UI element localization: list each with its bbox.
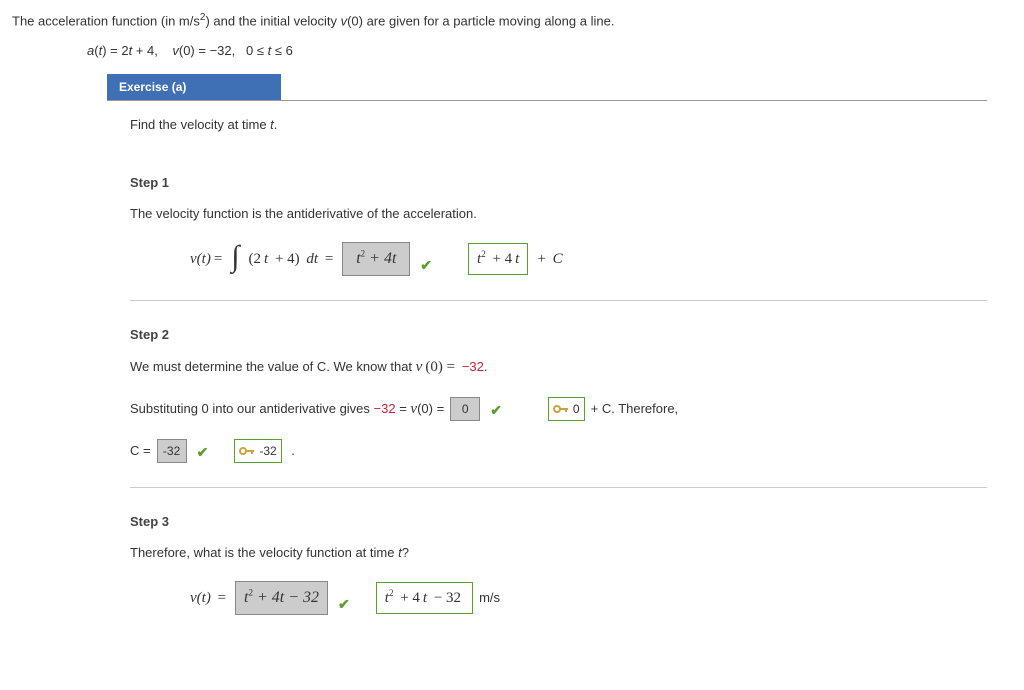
check-icon: ✔ <box>338 594 350 615</box>
correct-answer-box: 0 <box>548 397 585 421</box>
exercise-tab: Exercise (a) <box>107 74 281 100</box>
correct-answer-box: t2 + 4t <box>468 243 528 276</box>
exercise-prompt: Find the velocity at time t. <box>130 115 1012 135</box>
check-icon: ✔ <box>197 442 209 463</box>
answer-input[interactable]: 0 <box>450 397 480 421</box>
equation-row: v(t)= ∫ (2t + 4) dt = t2 + 4t ✔ t2 + 4t … <box>190 242 987 276</box>
answer-input[interactable]: t2 + 4t − 32 <box>235 581 328 615</box>
step-text: Therefore, what is the velocity function… <box>130 543 987 563</box>
answer-input[interactable]: t2 + 4t <box>342 242 410 276</box>
given-equations: a(t) = 2t + 4, v(0) = −32, 0 ≤ t ≤ 6 <box>87 41 1012 61</box>
equation-row: v(t) = t2 + 4t − 32 ✔ t2 + 4t − 32 m/s <box>190 581 987 615</box>
step-substitution: Substituting 0 into our antiderivative g… <box>130 397 987 421</box>
step-text: We must determine the value of C. We kno… <box>130 356 987 379</box>
answer-input[interactable]: -32 <box>157 439 187 463</box>
step-2: Step 2 We must determine the value of C.… <box>130 325 987 488</box>
exercise-bar: Exercise (a) <box>107 74 987 101</box>
check-icon: ✔ <box>420 255 432 276</box>
step-title: Step 1 <box>130 173 987 193</box>
key-icon <box>553 403 569 415</box>
check-icon: ✔ <box>490 400 502 421</box>
step-title: Step 2 <box>130 325 987 345</box>
correct-answer-box: -32 <box>234 439 281 463</box>
problem-intro: The acceleration function (in m/s2) and … <box>12 10 1012 31</box>
unit-label: m/s <box>479 588 500 608</box>
key-icon <box>239 445 255 457</box>
equation-row: C = -32 ✔ -32 . <box>130 439 987 463</box>
correct-answer-box: t2 + 4t − 32 <box>376 582 473 615</box>
step-3: Step 3 Therefore, what is the velocity f… <box>130 512 987 639</box>
step-1: Step 1 The velocity function is the anti… <box>130 173 987 301</box>
step-text: The velocity function is the antiderivat… <box>130 204 987 224</box>
step-title: Step 3 <box>130 512 987 532</box>
